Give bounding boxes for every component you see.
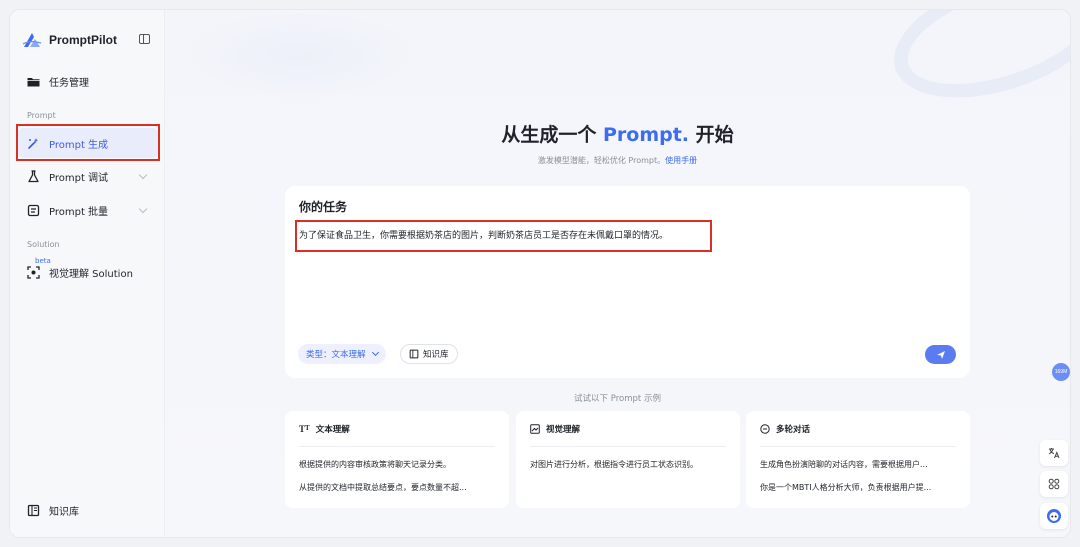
text-type-icon: TT [299,423,310,434]
sidebar-item-knowledge-base[interactable]: 知识库 [18,495,158,525]
examples-label: 试试以下 Prompt 示例 [574,394,661,404]
example-line[interactable]: 对图片进行分析，根据指令进行员工状态识别。 [530,459,726,470]
brand[interactable]: PromptPilot [22,30,150,50]
example-card-header: TT 文本理解 [299,411,495,447]
batch-document-icon [26,203,40,217]
example-card-title: 视觉理解 [546,424,581,435]
example-card-header: 多轮对话 [760,411,956,447]
title-accent: Prompt. [602,124,690,146]
main-content: 从生成一个 Prompt. 开始 激发模型潜能，轻松优化 Prompt。使用手册… [165,10,1070,537]
sidebar-item-task-management[interactable]: 任务管理 [18,66,158,96]
chat-bubble-icon [760,423,770,434]
memory-badge[interactable]: 169M [1052,363,1070,381]
sidebar-item-prompt-debug[interactable]: Prompt 调试 [18,161,158,191]
brand-name: PromptPilot [49,33,117,47]
promptpilot-logo-icon [22,33,42,47]
title-prefix: 从生成一个 [501,124,603,146]
subtitle-text: 激发模型潜能，轻松优化 Prompt。 [537,156,666,165]
example-line[interactable]: 你是一个MBTI人格分析大师，负责根据用户提... [760,482,956,493]
knowledge-base-button[interactable]: 知识库 [400,344,458,364]
sidebar-item-prompt-batch[interactable]: Prompt 批量 [18,195,158,225]
translate-icon [1048,448,1060,459]
sidebar-item-label: 任务管理 [49,77,89,89]
manual-link[interactable]: 使用手册 [665,156,697,165]
translate-button[interactable] [1040,440,1068,466]
type-value: 文本理解 [331,350,366,360]
app-window: PromptPilot 任务管理 Prompt Prompt 生成 Prompt… [10,10,1070,537]
sidebar-item-label: 视觉理解 Solution [49,268,133,280]
example-card-title: 多轮对话 [776,424,811,435]
background-decoration [175,10,425,100]
page-subtitle: 激发模型潜能，轻松优化 Prompt。使用手册 [165,155,1070,166]
chevron-down-icon[interactable] [138,170,148,180]
example-card-title: 文本理解 [315,424,350,435]
knowledge-base-label: 知识库 [423,350,449,360]
send-button[interactable] [925,345,956,364]
type-selector[interactable]: 类型： 文本理解 [298,344,386,364]
task-input-card: 你的任务 为了保证食品卫生，你需要根据奶茶店的图片，判断奶茶店员工是否存在未佩戴… [285,186,970,378]
example-line[interactable]: 生成角色扮演陪聊的对话内容，需要根据用户... [760,459,956,470]
example-line[interactable]: 从提供的文档中提取总结要点，要点数量不超... [299,482,495,493]
highlight-annotation-task [295,220,712,252]
sidebar-item-label: Prompt 调试 [49,172,109,184]
sidebar-item-label: Prompt 批量 [49,206,109,218]
sidebar-item-visual-solution[interactable]: 视觉理解 Solution [18,257,158,287]
folder-icon [26,74,40,88]
example-card-visual[interactable]: 视觉理解 对图片进行分析，根据指令进行员工状态识别。 [516,411,740,508]
apps-button[interactable] [1040,471,1068,497]
scan-icon [26,265,40,279]
section-label-solution: Solution [27,240,60,249]
sidebar-item-label: 知识库 [49,506,79,518]
title-suffix: 开始 [689,124,734,146]
image-icon [530,423,540,434]
sidebar: PromptPilot 任务管理 Prompt Prompt 生成 Prompt… [10,10,165,537]
background-decoration-ring [878,10,1070,122]
assistant-button[interactable] [1040,503,1068,529]
chevron-down-icon[interactable] [138,204,148,214]
example-card-text[interactable]: TT 文本理解 根据提供的内容审核政策将聊天记录分类。 从提供的文档中提取总结要… [285,411,509,508]
book-icon [409,349,419,359]
send-icon [936,350,945,359]
example-card-header: 视觉理解 [530,411,726,447]
section-label-prompt: Prompt [27,111,56,120]
sidebar-collapse-icon[interactable] [139,34,150,44]
flask-icon [26,169,40,183]
assistant-robot-icon [1047,509,1061,523]
example-line[interactable]: 根据提供的内容审核政策将聊天记录分类。 [299,459,495,470]
type-prefix: 类型： [306,350,332,360]
page-title: 从生成一个 Prompt. 开始 [165,120,1070,147]
example-card-dialogue[interactable]: 多轮对话 生成角色扮演陪聊的对话内容，需要根据用户... 你是一个MBTI人格分… [746,411,970,508]
task-label: 你的任务 [299,200,348,214]
apps-icon [1048,478,1060,490]
highlight-annotation-sidebar [16,124,160,161]
book-icon [26,503,40,517]
chevron-down-icon [371,348,379,357]
